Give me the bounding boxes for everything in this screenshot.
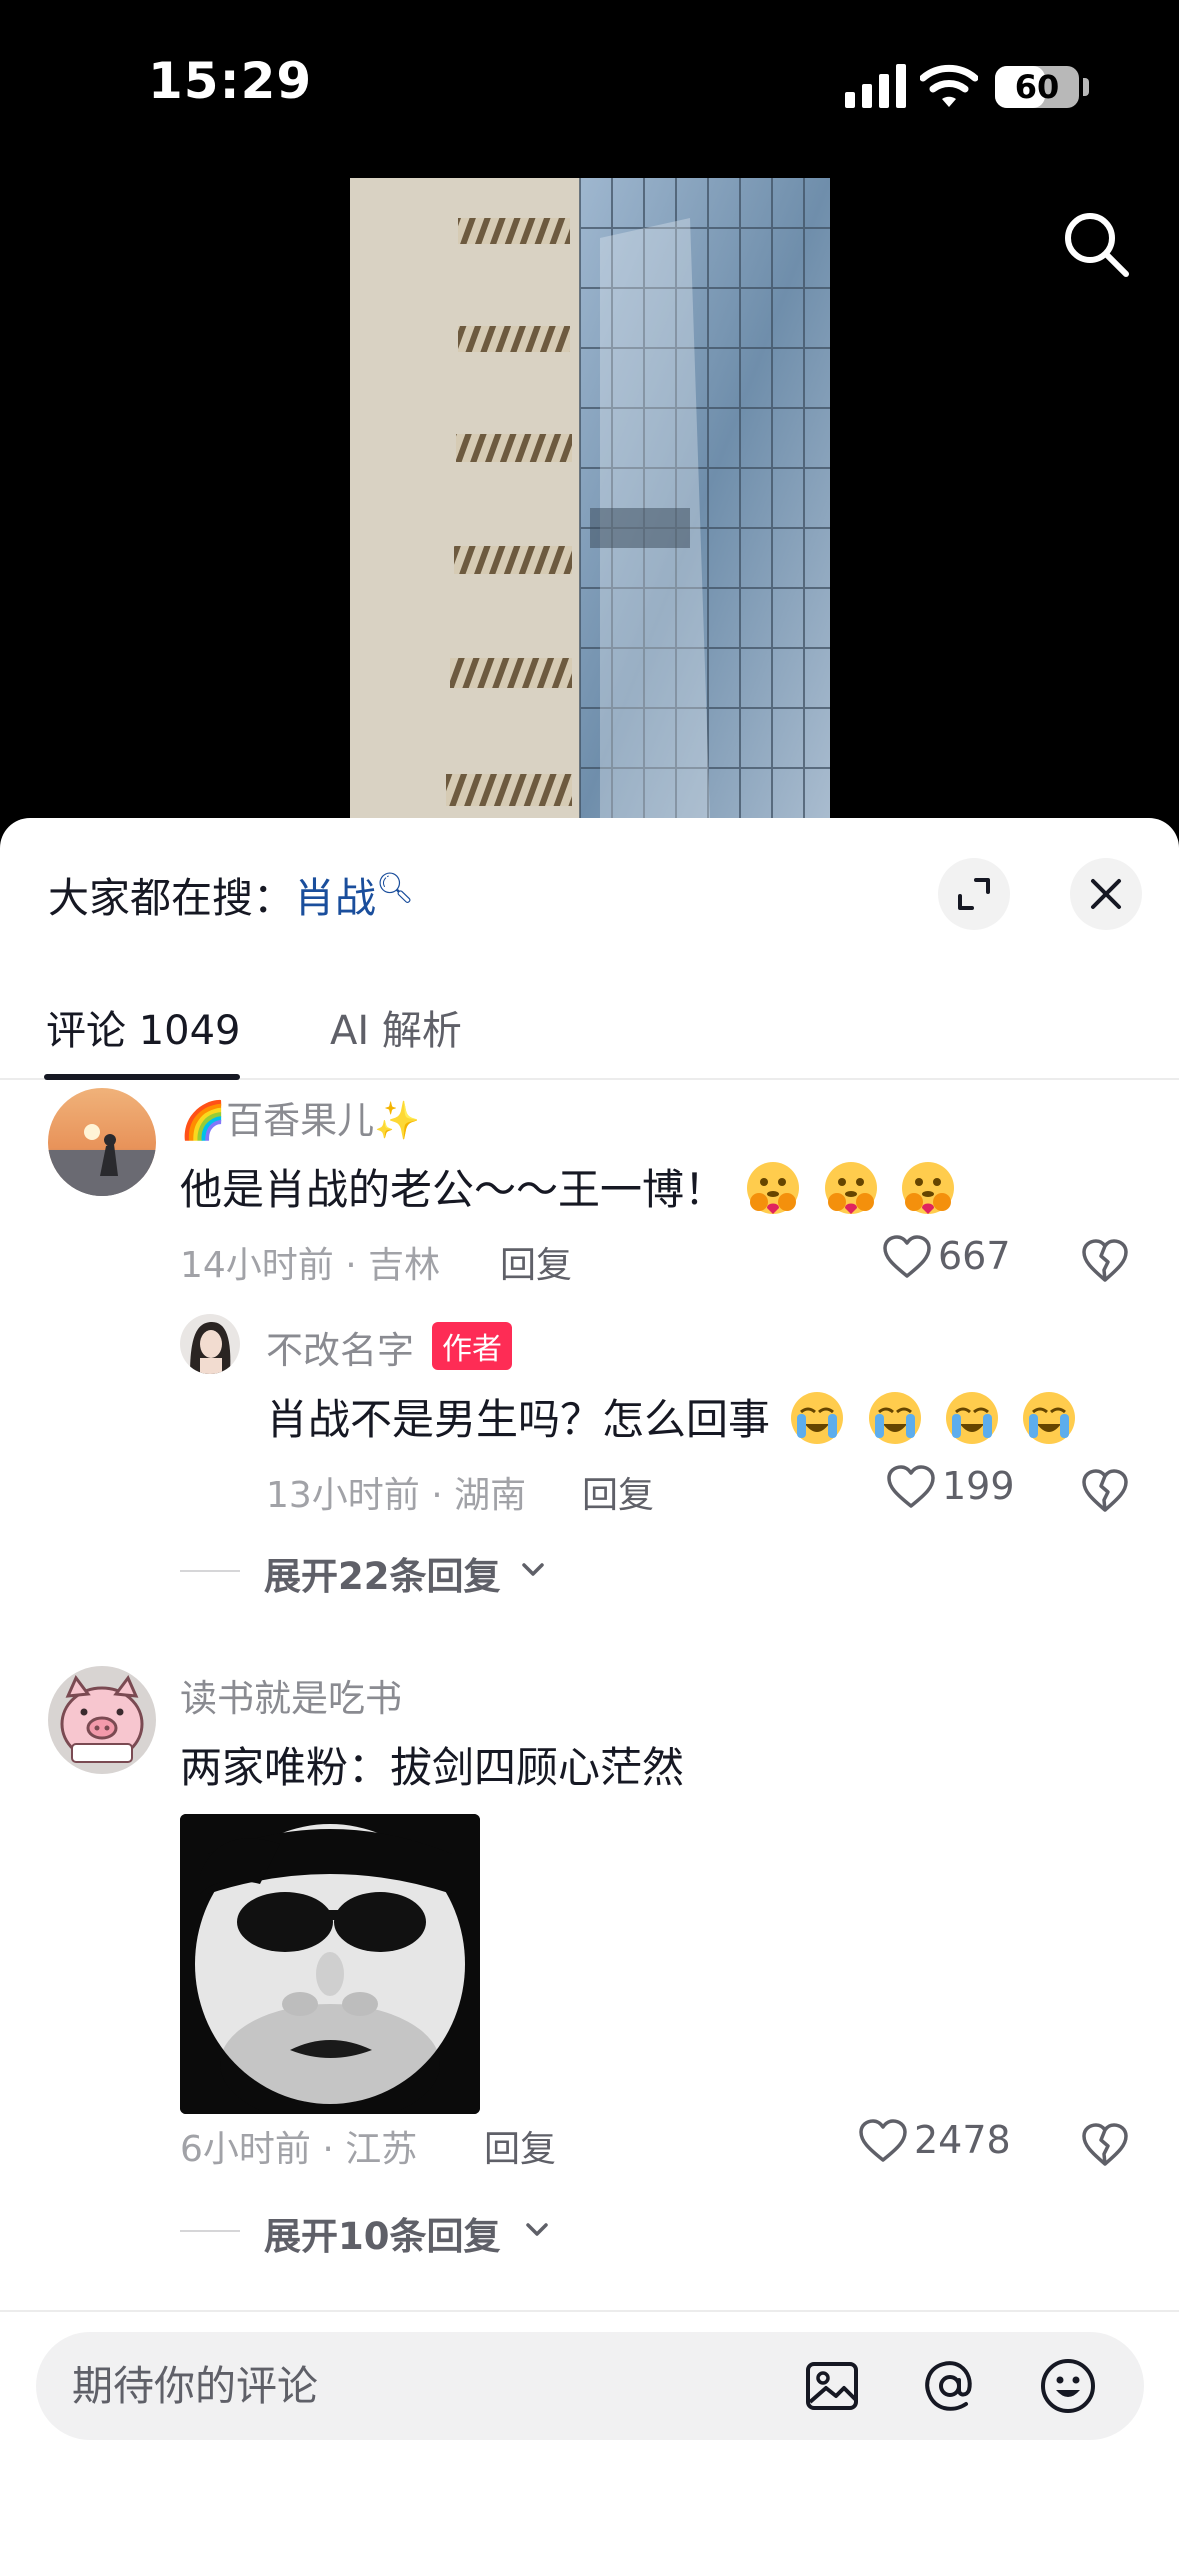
comment-input-container[interactable] <box>36 2332 1144 2440</box>
comment-sticker-image[interactable] <box>180 1814 480 2114</box>
video-player[interactable] <box>350 178 830 818</box>
heart-icon <box>883 1235 931 1278</box>
close-button[interactable] <box>1070 858 1142 930</box>
reply-button[interactable]: 回复 <box>582 1466 654 1518</box>
comment-tabs: 评论 1049 AI 解析 <box>0 978 1179 1080</box>
like-button[interactable]: 2478 <box>858 2114 1048 2170</box>
battery-icon: 60 <box>995 66 1079 108</box>
expand-replies-button[interactable]: 展开10条回复 <box>180 2206 620 2258</box>
close-icon <box>1091 879 1121 909</box>
crying-face-emoji-icon <box>1023 1392 1076 1444</box>
search-icon: 🔍︎ <box>376 871 415 906</box>
comment-text: 两家唯粉：拔剑四顾心茫然 <box>180 1743 685 1792</box>
tab-ai-analysis[interactable]: AI 解析 <box>330 998 462 1056</box>
hugging-face-emoji-icon <box>747 1162 800 1214</box>
avatar-image <box>48 1666 156 1774</box>
chevron-down-icon <box>522 1563 544 1576</box>
hot-search-prefix: 大家都在搜： <box>48 874 294 922</box>
reply-meta: 13小时前 · 湖南 <box>266 1475 527 1516</box>
broken-heart-icon[interactable] <box>1080 1236 1130 1286</box>
image-icon[interactable] <box>802 2356 862 2416</box>
comment-meta: 6小时前 · 江苏 <box>180 2129 418 2170</box>
like-count: 667 <box>938 1234 1011 1278</box>
heart-icon <box>859 2119 907 2162</box>
chevron-down-icon <box>526 2223 548 2236</box>
comment-text: 他是肖战的老公～～王一博！ <box>180 1156 958 1218</box>
comment-username[interactable]: 🌈百香果儿✨ <box>180 1090 420 1144</box>
reply-text: 肖战不是男生吗？怎么回事 <box>266 1386 1079 1448</box>
crying-face-emoji-icon <box>868 1392 921 1444</box>
hot-search-keyword[interactable]: 肖战 <box>294 874 376 922</box>
avatar[interactable] <box>180 1314 240 1374</box>
expand-replies-label: 展开22条回复 <box>264 1555 501 1598</box>
expand-replies-button[interactable]: 展开22条回复 <box>180 1546 620 1598</box>
wifi-icon <box>920 64 978 107</box>
comment-text-content: 他是肖战的老公～～王一博！ <box>180 1165 727 1214</box>
comment-username[interactable]: 读书就是吃书 <box>180 1668 402 1722</box>
hot-search-bar[interactable]: 大家都在搜：肖战🔍︎ <box>48 864 414 924</box>
tab-comments[interactable]: 评论 1049 <box>46 998 241 1056</box>
comment-input-bar <box>0 2310 1179 2556</box>
like-button[interactable]: 199 <box>886 1460 1046 1516</box>
broken-heart-icon[interactable] <box>1080 2120 1130 2170</box>
status-bar: 15:29 60 <box>0 0 1179 170</box>
avatar-image <box>180 1314 240 1374</box>
sticker-meme-face <box>180 1814 480 2114</box>
at-icon[interactable] <box>920 2356 980 2416</box>
hugging-face-emoji-icon <box>824 1162 877 1214</box>
broken-heart-icon[interactable] <box>1080 1466 1130 1516</box>
avatar[interactable] <box>48 1666 156 1774</box>
reply-username[interactable]: 不改名字 <box>266 1320 414 1374</box>
like-count: 2478 <box>914 2118 1011 2162</box>
search-icon[interactable] <box>1058 206 1134 282</box>
reply-button[interactable]: 回复 <box>500 1236 572 1288</box>
crying-face-emoji-icon <box>791 1392 844 1444</box>
expand-button[interactable] <box>938 858 1010 930</box>
status-time: 15:29 <box>148 52 313 110</box>
like-button[interactable]: 667 <box>882 1230 1042 1286</box>
like-count: 199 <box>942 1464 1015 1508</box>
battery-level: 60 <box>1014 68 1060 106</box>
battery-cap <box>1083 78 1089 96</box>
crying-face-emoji-icon <box>946 1392 999 1444</box>
comments-sheet: 大家都在搜：肖战🔍︎ 评论 1049 AI 解析 🌈百香果儿✨ 他是肖战的老公～… <box>0 818 1179 2556</box>
divider <box>180 1570 240 1572</box>
cellular-signal-icon <box>845 64 906 108</box>
expand-icon <box>958 878 990 910</box>
comment-meta: 14小时前 · 吉林 <box>180 1245 441 1286</box>
avatar-image <box>48 1088 156 1196</box>
avatar[interactable] <box>48 1088 156 1196</box>
emoji-icon[interactable] <box>1038 2356 1098 2416</box>
reply-button[interactable]: 回复 <box>484 2120 556 2172</box>
expand-replies-label: 展开10条回复 <box>264 2215 501 2258</box>
video-frame-image <box>350 178 830 818</box>
active-tab-indicator <box>44 1074 240 1080</box>
comment-input[interactable] <box>72 2332 772 2440</box>
divider <box>180 2230 240 2232</box>
hugging-face-emoji-icon <box>902 1162 955 1214</box>
author-badge: 作者 <box>432 1322 512 1370</box>
heart-icon <box>887 1465 935 1508</box>
reply-text-content: 肖战不是男生吗？怎么回事 <box>266 1395 771 1444</box>
